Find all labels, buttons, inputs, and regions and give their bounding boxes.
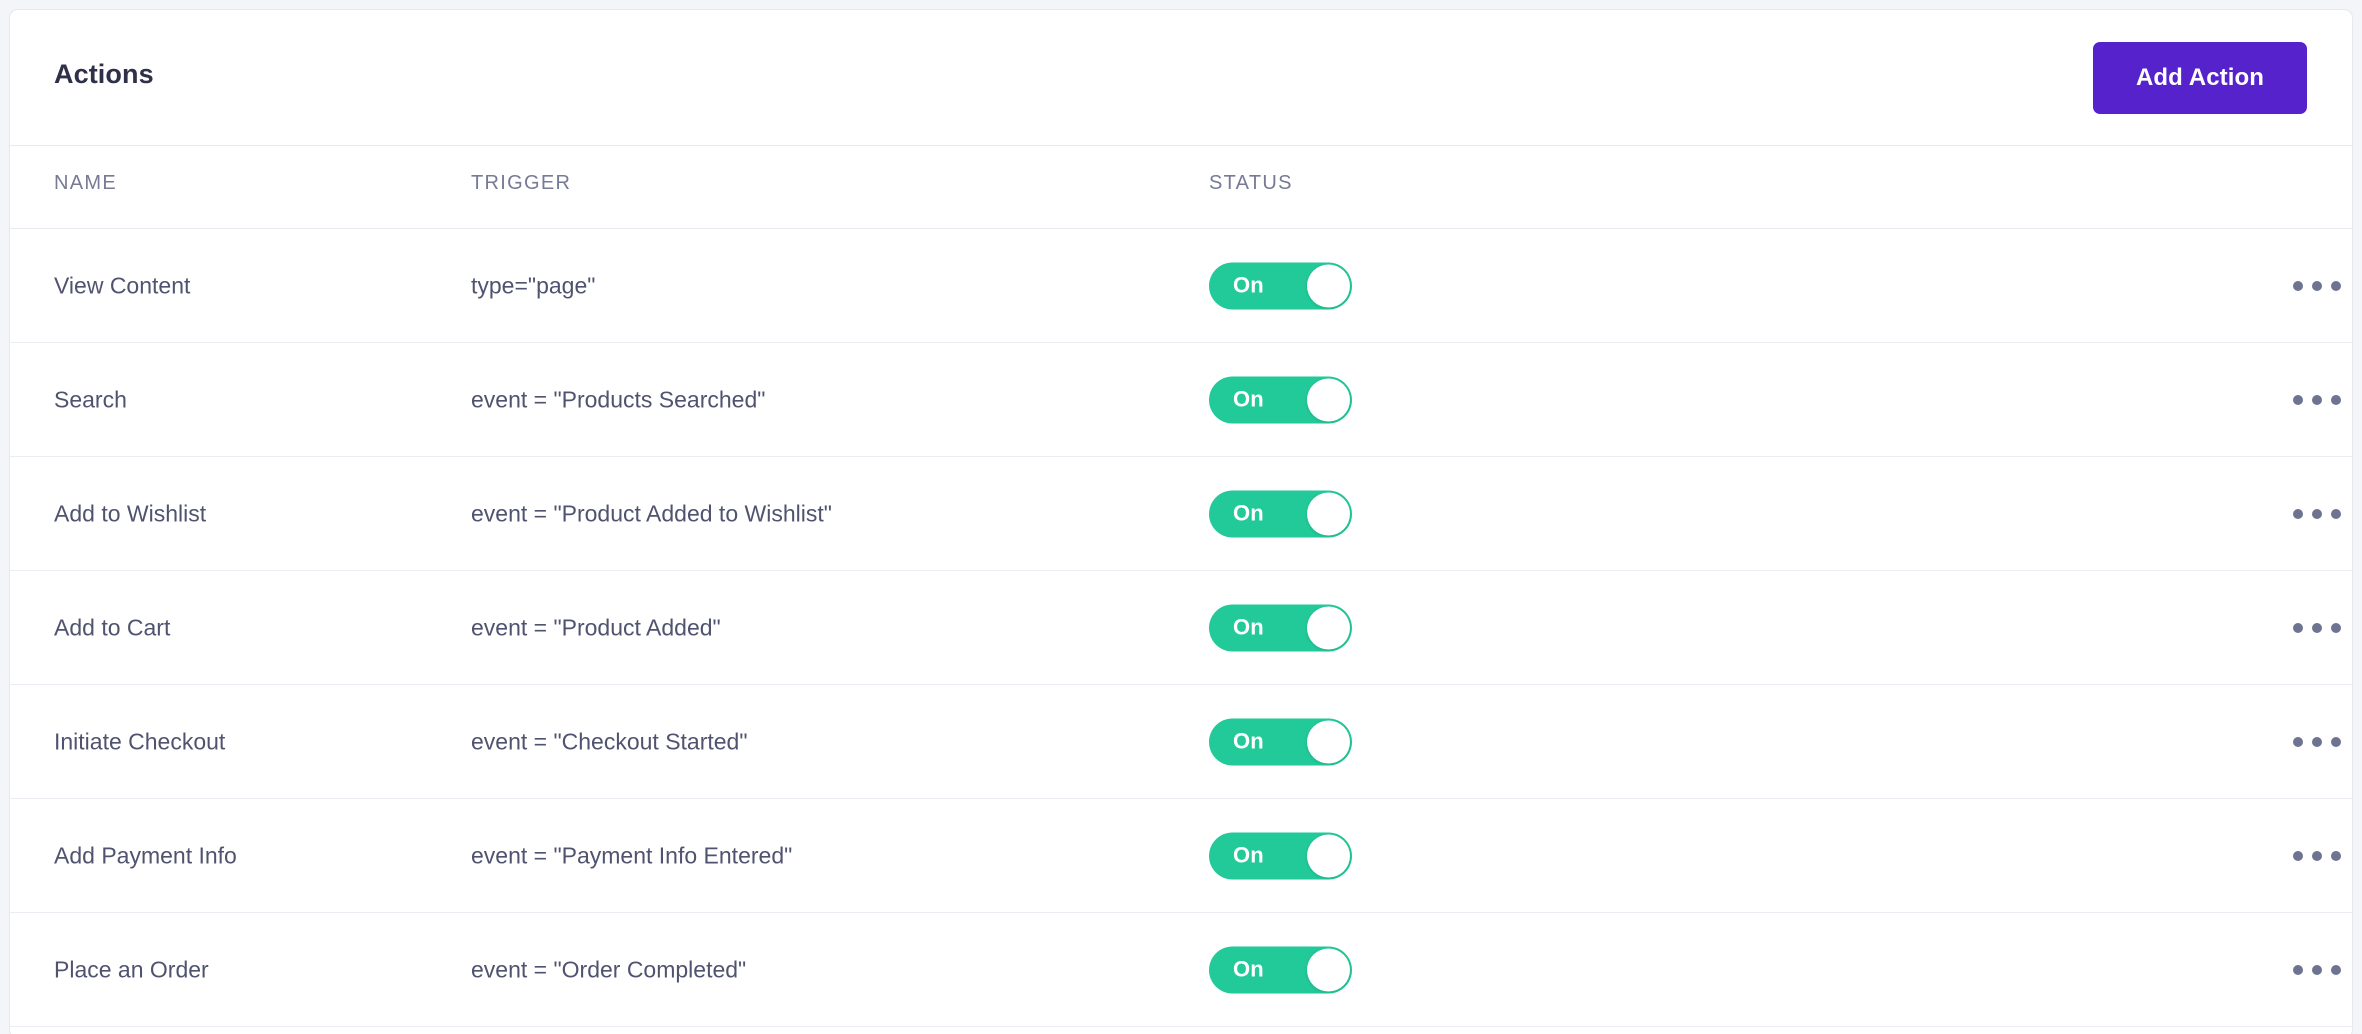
- action-name: Search: [54, 386, 127, 412]
- card-header: Actions Add Action: [10, 10, 2352, 146]
- column-header-name: NAME: [54, 172, 117, 194]
- status-toggle[interactable]: On: [1209, 262, 1352, 309]
- ellipsis-horizontal-icon: [2331, 394, 2341, 405]
- ellipsis-horizontal-icon: [2293, 622, 2303, 633]
- ellipsis-horizontal-icon: [2293, 964, 2303, 975]
- action-trigger: event = "Checkout Started": [471, 728, 748, 754]
- status-toggle-label: On: [1233, 728, 1264, 754]
- status-toggle-label: On: [1233, 500, 1264, 526]
- column-header-status: STATUS: [1209, 172, 1293, 194]
- ellipsis-horizontal-icon: [2312, 964, 2322, 975]
- actions-table: NAME TRIGGER STATUS View Content type="p…: [10, 146, 2352, 1027]
- ellipsis-horizontal-icon: [2331, 736, 2341, 747]
- row-overflow-menu-button[interactable]: [2286, 722, 2348, 762]
- status-toggle[interactable]: On: [1209, 604, 1352, 651]
- action-trigger: event = "Product Added to Wishlist": [471, 500, 832, 526]
- status-toggle-label: On: [1233, 614, 1264, 640]
- row-overflow-menu-button[interactable]: [2286, 950, 2348, 990]
- ellipsis-horizontal-icon: [2331, 850, 2341, 861]
- ellipsis-horizontal-icon: [2312, 736, 2322, 747]
- action-name: View Content: [54, 272, 191, 298]
- action-name: Add Payment Info: [54, 842, 237, 868]
- status-toggle-label: On: [1233, 956, 1264, 982]
- ellipsis-horizontal-icon: [2312, 394, 2322, 405]
- ellipsis-horizontal-icon: [2312, 280, 2322, 291]
- status-toggle-label: On: [1233, 272, 1264, 298]
- action-trigger: type="page": [471, 272, 596, 298]
- row-overflow-menu-button[interactable]: [2286, 380, 2348, 420]
- ellipsis-horizontal-icon: [2331, 622, 2341, 633]
- table-header-row: NAME TRIGGER STATUS: [10, 146, 2352, 229]
- status-toggle[interactable]: On: [1209, 718, 1352, 765]
- status-toggle-knob: [1307, 606, 1350, 649]
- status-toggle-knob: [1307, 264, 1350, 307]
- ellipsis-horizontal-icon: [2331, 508, 2341, 519]
- status-toggle-label: On: [1233, 386, 1264, 412]
- table-body: View Content type="page" On Search event…: [10, 229, 2352, 1027]
- page-title: Actions: [54, 59, 154, 89]
- action-name: Place an Order: [54, 956, 209, 982]
- table-row: Add to Cart event = "Product Added" On: [10, 571, 2352, 685]
- action-trigger: event = "Product Added": [471, 614, 721, 640]
- action-name: Add to Cart: [54, 614, 171, 640]
- status-toggle[interactable]: On: [1209, 490, 1352, 537]
- ellipsis-horizontal-icon: [2331, 964, 2341, 975]
- row-overflow-menu-button[interactable]: [2286, 836, 2348, 876]
- ellipsis-horizontal-icon: [2293, 508, 2303, 519]
- table-row: Add Payment Info event = "Payment Info E…: [10, 799, 2352, 913]
- ellipsis-horizontal-icon: [2293, 736, 2303, 747]
- table-row: Search event = "Products Searched" On: [10, 343, 2352, 457]
- action-trigger: event = "Products Searched": [471, 386, 766, 412]
- status-toggle-knob: [1307, 492, 1350, 535]
- status-toggle-knob: [1307, 948, 1350, 991]
- row-overflow-menu-button[interactable]: [2286, 494, 2348, 534]
- status-toggle-knob: [1307, 378, 1350, 421]
- action-name: Initiate Checkout: [54, 728, 226, 754]
- table-row: Initiate Checkout event = "Checkout Star…: [10, 685, 2352, 799]
- ellipsis-horizontal-icon: [2331, 280, 2341, 291]
- row-overflow-menu-button[interactable]: [2286, 266, 2348, 306]
- page-background: Actions Add Action NAME TRIGGER STATUS V…: [0, 0, 2362, 1034]
- ellipsis-horizontal-icon: [2293, 850, 2303, 861]
- status-toggle[interactable]: On: [1209, 376, 1352, 423]
- ellipsis-horizontal-icon: [2312, 850, 2322, 861]
- table-row: Place an Order event = "Order Completed"…: [10, 913, 2352, 1027]
- action-name: Add to Wishlist: [54, 500, 207, 526]
- status-toggle[interactable]: On: [1209, 832, 1352, 879]
- column-header-trigger: TRIGGER: [471, 172, 572, 194]
- status-toggle-knob: [1307, 834, 1350, 877]
- row-overflow-menu-button[interactable]: [2286, 608, 2348, 648]
- ellipsis-horizontal-icon: [2293, 280, 2303, 291]
- ellipsis-horizontal-icon: [2293, 394, 2303, 405]
- action-trigger: event = "Payment Info Entered": [471, 842, 793, 868]
- status-toggle-label: On: [1233, 842, 1264, 868]
- status-toggle-knob: [1307, 720, 1350, 763]
- table-row: Add to Wishlist event = "Product Added t…: [10, 457, 2352, 571]
- status-toggle[interactable]: On: [1209, 946, 1352, 993]
- ellipsis-horizontal-icon: [2312, 622, 2322, 633]
- add-action-button[interactable]: Add Action: [2093, 42, 2307, 114]
- table-row: View Content type="page" On: [10, 229, 2352, 343]
- actions-card: Actions Add Action NAME TRIGGER STATUS V…: [9, 9, 2353, 1034]
- action-trigger: event = "Order Completed": [471, 956, 747, 982]
- ellipsis-horizontal-icon: [2312, 508, 2322, 519]
